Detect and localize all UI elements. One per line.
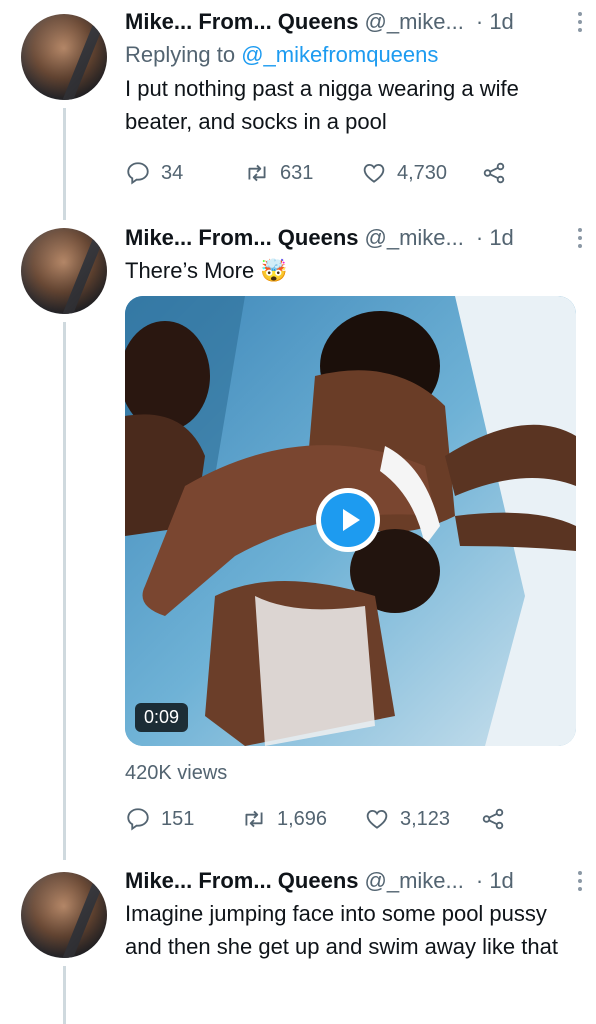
video-duration: 0:09 — [135, 703, 189, 732]
thread-line — [63, 966, 66, 1024]
more-icon[interactable] — [578, 871, 582, 891]
tweet-text: Imagine jumping face into some pool puss… — [125, 901, 558, 959]
tweet-header: Mike... From... Queens @_mike... · 1d — [125, 8, 582, 36]
username[interactable]: @_mike... — [365, 868, 464, 894]
reply-count: 151 — [161, 807, 195, 830]
tweet-actions: 151 1,696 3,123 — [125, 804, 582, 834]
retweet-icon — [248, 164, 266, 182]
reply-icon — [127, 808, 149, 831]
reply-button[interactable]: 34 — [125, 160, 244, 186]
display-name[interactable]: Mike... From... Queens — [125, 868, 359, 894]
avatar[interactable] — [21, 872, 107, 958]
reply-button[interactable]: 151 — [125, 806, 241, 832]
tweet-actions-container: 151 1,696 3,123 — [125, 804, 582, 834]
retweet-button[interactable]: 1,696 — [241, 806, 364, 832]
retweet-icon — [245, 810, 263, 828]
more-icon[interactable] — [578, 12, 582, 32]
share-icon — [483, 162, 505, 184]
heart-icon — [363, 163, 385, 183]
like-button[interactable]: 3,123 — [364, 806, 480, 832]
replying-to: Replying to @_mikefromqueens — [125, 42, 582, 68]
retweet-button[interactable]: 631 — [244, 160, 361, 186]
username[interactable]: @_mike... — [365, 9, 464, 35]
tweet-text: I put nothing past a nigga wearing a wif… — [125, 76, 519, 134]
username[interactable]: @_mike... — [365, 225, 464, 251]
play-icon — [321, 493, 375, 547]
reply-icon — [127, 162, 149, 185]
tweet-actions: 34 631 4,730 — [125, 158, 582, 188]
like-button[interactable]: 4,730 — [361, 160, 481, 186]
avatar[interactable] — [21, 228, 107, 314]
display-name[interactable]: Mike... From... Queens — [125, 225, 359, 251]
timestamp[interactable]: · 1d — [476, 9, 514, 35]
tweet-header: Mike... From... Queens @_mike... · 1d — [125, 867, 582, 895]
replying-to-label: Replying to — [125, 42, 242, 67]
replying-to-handle[interactable]: @_mikefromqueens — [241, 42, 438, 67]
tweet-text: There’s More 🤯 — [125, 258, 288, 283]
retweet-count: 631 — [280, 161, 314, 184]
like-count: 3,123 — [400, 807, 451, 830]
timestamp[interactable]: · 1d — [476, 225, 514, 251]
thread-line — [63, 322, 66, 860]
play-button[interactable] — [316, 488, 380, 552]
tweet-header: Mike... From... Queens @_mike... · 1d — [125, 224, 582, 252]
share-icon — [482, 808, 504, 830]
heart-icon — [366, 809, 388, 829]
display-name[interactable]: Mike... From... Queens — [125, 9, 359, 35]
timestamp[interactable]: · 1d — [476, 868, 514, 894]
retweet-count: 1,696 — [277, 807, 328, 830]
thread-line — [63, 108, 66, 220]
tweet[interactable]: Mike... From... Queens @_mike... · 1d Im… — [125, 867, 582, 963]
reply-count: 34 — [161, 161, 184, 184]
share-button[interactable] — [480, 806, 516, 832]
video-player[interactable]: 0:09 — [125, 296, 576, 746]
share-button[interactable] — [481, 160, 517, 186]
tweet[interactable]: Mike... From... Queens @_mike... · 1d Re… — [125, 8, 582, 188]
like-count: 4,730 — [397, 161, 448, 184]
view-count: 420K views — [125, 762, 228, 784]
avatar[interactable] — [21, 14, 107, 100]
tweet[interactable]: Mike... From... Queens @_mike... · 1d Th… — [125, 224, 582, 287]
more-icon[interactable] — [578, 228, 582, 248]
